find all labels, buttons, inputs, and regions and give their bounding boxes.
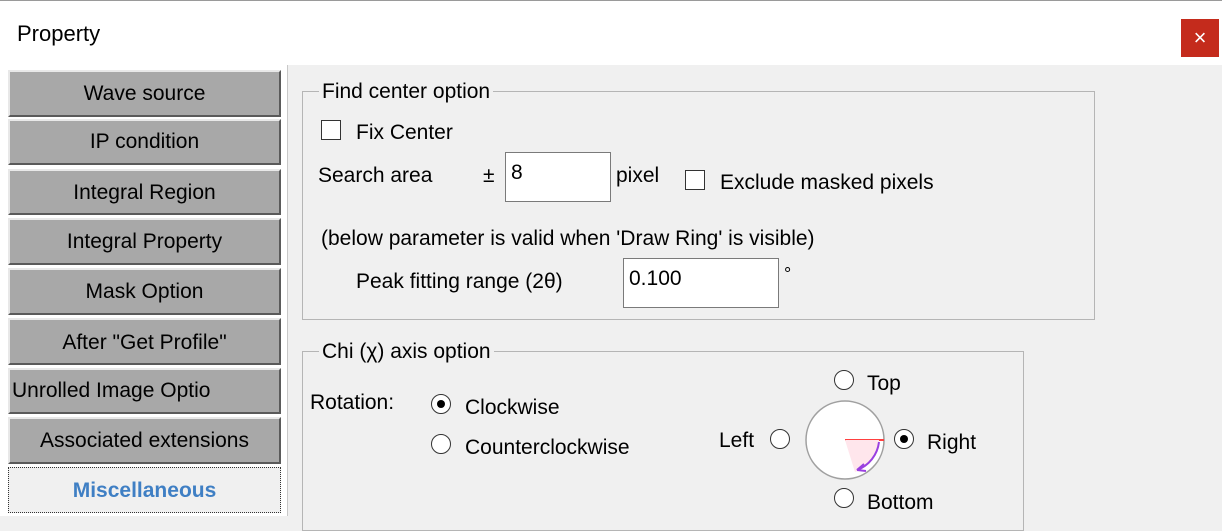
sidebar-item-label: Mask Option bbox=[85, 280, 204, 303]
find-center-group: Find center option Fix Center Search are… bbox=[302, 80, 1095, 320]
main-panel: Find center option Fix Center Search are… bbox=[287, 65, 1222, 531]
exclude-masked-box[interactable] bbox=[685, 170, 705, 190]
sidebar-item-ip-condition[interactable]: IP condition bbox=[8, 119, 281, 165]
clockwise-radio[interactable] bbox=[431, 394, 451, 414]
top-radio[interactable] bbox=[834, 370, 854, 390]
sidebar-item-integral-property[interactable]: Integral Property bbox=[8, 218, 281, 265]
top-label: Top bbox=[867, 372, 901, 395]
fix-center-label: Fix Center bbox=[356, 121, 453, 144]
left-label: Left bbox=[719, 429, 755, 452]
search-area-input[interactable]: 8 bbox=[505, 152, 611, 202]
window-title: Property bbox=[17, 21, 101, 46]
sidebar-item-integral-region[interactable]: Integral Region bbox=[8, 169, 281, 215]
counterclockwise-radio[interactable] bbox=[431, 434, 451, 454]
right-radio[interactable] bbox=[894, 429, 914, 449]
sidebar-item-label: Associated extensions bbox=[40, 429, 249, 452]
right-label: Right bbox=[927, 431, 977, 454]
counterclockwise-label: Counterclockwise bbox=[465, 436, 630, 459]
sidebar-item-label: After "Get Profile" bbox=[62, 331, 227, 354]
search-area-label: Search area bbox=[318, 164, 433, 187]
left-radio[interactable] bbox=[770, 429, 790, 449]
clockwise-label: Clockwise bbox=[465, 396, 560, 419]
fix-center-box[interactable] bbox=[321, 120, 341, 140]
peak-fitting-value: 0.100 bbox=[629, 267, 682, 290]
chi-axis-group: Chi (χ) axis option Rotation: Clockwise … bbox=[302, 340, 1024, 531]
exclude-masked-label: Exclude masked pixels bbox=[720, 171, 934, 194]
draw-ring-note: (below parameter is valid when 'Draw Rin… bbox=[321, 227, 815, 250]
sidebar-item-unrolled-image-option[interactable]: Unrolled Image Optio bbox=[8, 368, 281, 414]
title-bar: Property × bbox=[0, 0, 1222, 65]
sidebar-item-label: Integral Region bbox=[73, 181, 216, 204]
sidebar-item-miscellaneous[interactable]: Miscellaneous bbox=[8, 467, 281, 513]
sidebar-item-wave-source[interactable]: Wave source bbox=[8, 70, 281, 117]
sidebar: Wave source IP condition Integral Region… bbox=[0, 65, 287, 516]
sidebar-item-label: Miscellaneous bbox=[72, 479, 217, 502]
close-icon: × bbox=[1193, 25, 1207, 50]
chi-axis-legend: Chi (χ) axis option bbox=[319, 340, 494, 364]
sidebar-item-after-get-profile[interactable]: After "Get Profile" bbox=[8, 318, 281, 365]
chi-direction-diagram bbox=[805, 400, 885, 480]
plus-minus-symbol: ± bbox=[483, 164, 495, 187]
peak-fitting-label: Peak fitting range (2θ) bbox=[356, 270, 563, 293]
sidebar-item-label: Integral Property bbox=[66, 230, 223, 253]
sidebar-item-mask-option[interactable]: Mask Option bbox=[8, 268, 281, 315]
peak-fitting-input[interactable]: 0.100 bbox=[623, 258, 779, 308]
degree-unit: ° bbox=[784, 264, 792, 284]
find-center-legend: Find center option bbox=[319, 80, 494, 104]
bottom-label: Bottom bbox=[867, 491, 934, 514]
rotation-label: Rotation: bbox=[310, 391, 395, 414]
search-area-value: 8 bbox=[511, 161, 523, 184]
sidebar-item-label: Wave source bbox=[83, 82, 206, 105]
sidebar-item-label: IP condition bbox=[89, 130, 200, 153]
search-area-unit: pixel bbox=[616, 164, 660, 187]
sidebar-item-associated-extensions[interactable]: Associated extensions bbox=[8, 417, 281, 464]
sidebar-item-label: Unrolled Image Optio bbox=[12, 379, 211, 402]
close-button[interactable]: × bbox=[1181, 19, 1219, 57]
bottom-radio[interactable] bbox=[834, 488, 854, 508]
